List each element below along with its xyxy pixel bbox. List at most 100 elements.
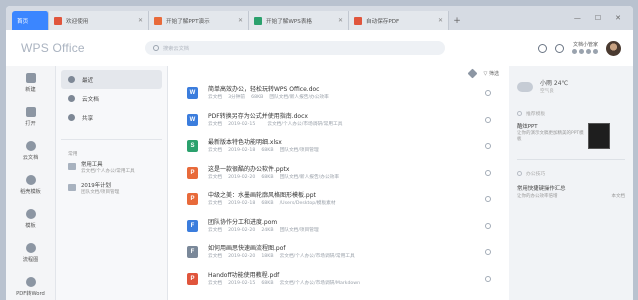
file-type-icon: F — [187, 246, 198, 259]
file-type-icon: P — [187, 166, 198, 179]
nav-folder[interactable]: 2019年计划 团队文档/项目管理 — [61, 183, 162, 196]
tip-title[interactable]: 常用快捷键操作汇总 — [517, 185, 625, 193]
section-icon — [517, 111, 522, 116]
rail-item-docer[interactable]: 稻壳模板 — [6, 168, 55, 202]
template-thumbnail — [588, 123, 610, 149]
rail-label: 云文档 — [22, 155, 39, 161]
share-icon[interactable] — [485, 143, 491, 150]
close-icon[interactable]: ✕ — [238, 17, 243, 24]
file-name: 最新版本特色功能明细.xlsx — [208, 139, 282, 147]
file-location: 团队文档/新人报告/办公效率 — [269, 95, 329, 101]
card-title: 酷炫PPT — [517, 124, 538, 130]
share-icon[interactable] — [485, 116, 491, 123]
template-icon — [25, 175, 36, 185]
rail-item-pdf[interactable]: PDF转Word — [6, 270, 55, 300]
template-card[interactable]: 酷炫PPT 让你的演示文稿更加精美的PPT模板 — [517, 123, 625, 149]
close-icon[interactable]: ✕ — [438, 17, 443, 24]
tab-label: 首页 — [17, 18, 29, 25]
rail-label: 流程图 — [22, 257, 39, 263]
file-name: 如何用画思快速画流程图.pof — [208, 245, 286, 253]
file-size: 24KB — [261, 227, 274, 233]
cloud-icon — [68, 95, 75, 102]
nav-panel: 最近 云文档 共享 常用 常用工具 云文档/个人办公/常用工具 2019年计划 团队… — [56, 66, 168, 300]
nav-item-recent[interactable]: 最近 — [61, 70, 162, 89]
search-input[interactable]: 搜索云文档 — [145, 41, 445, 55]
rail-item-flowchart[interactable]: 流程图 — [6, 236, 55, 270]
tab-document[interactable]: 自动保存PDF ✕ — [349, 11, 449, 30]
clock-icon — [68, 76, 75, 83]
tab-document[interactable]: 开始了解WPS表格 ✕ — [249, 11, 349, 30]
close-icon[interactable]: ✕ — [138, 17, 143, 24]
share-icon[interactable] — [485, 169, 491, 176]
file-row[interactable]: P Handoff功能使用教程.pdf 云文档 2019-02-15 68KB 云文档/个… — [168, 266, 509, 293]
file-row[interactable]: F 团队协作分工和进度.pom 云文档 2019-02-20 24KB 团队文档/项目管理 — [168, 213, 509, 240]
cloud-icon — [25, 141, 36, 151]
tab-home[interactable]: 首页 — [12, 11, 49, 30]
pdf-file-icon — [354, 16, 362, 25]
tip-sub-row: 让你的办公效率倍增 本文档 — [517, 193, 625, 199]
nav-folder[interactable]: 常用工具 云文档/个人办公/常用工具 — [61, 162, 162, 175]
doc-file-icon — [54, 16, 62, 25]
folder-icon — [68, 184, 76, 191]
file-prefix: 云文档 — [208, 254, 223, 260]
nav-item-shared[interactable]: 共享 — [61, 108, 162, 127]
file-size: 68KB — [261, 280, 274, 286]
filter-label: 筛选 — [488, 70, 499, 77]
rail-item-template[interactable]: 模板 — [6, 202, 55, 236]
rail-item-open[interactable]: 打开 — [6, 100, 55, 134]
user-name: 文档小管家 — [572, 42, 598, 48]
user-info[interactable]: 文档小管家 — [572, 42, 598, 54]
file-prefix: 云文档 — [208, 280, 223, 286]
file-row[interactable]: P 中级之美：水墨画轮廓风格图形模板.ppt 云文档 2019-02-18 68KB/U… — [168, 186, 509, 213]
file-meta: 云文档 2019-02-20 24KB 团队文档/项目管理 — [208, 227, 485, 234]
file-row[interactable]: P 这是一款很酷的办公软件.pptx 云文档 2019-02-20 68KB 团队文档/新… — [168, 160, 509, 187]
section-icon — [517, 171, 522, 176]
file-list: ▽ 筛选 W 简单高效办公，轻松玩转WPS Office.doc 云文档 3分钟前 68… — [168, 66, 509, 300]
pin-icon[interactable] — [467, 68, 477, 78]
file-prefix: 云文档 — [208, 95, 223, 101]
file-location: 团队文档/项目管理 — [279, 227, 319, 233]
gear-icon[interactable] — [555, 43, 564, 53]
avatar[interactable] — [606, 40, 621, 56]
file-info: 团队协作分工和进度.pom 云文档 2019-02-20 24KB 团队文档/项目管理 — [208, 218, 485, 234]
file-meta: 云文档 2019-02-18 68KB 团队文档/项目管理 — [208, 147, 485, 154]
file-meta: 云文档 2019-02-20 18KB 云文档/个人办公/市场调研/常用工具 — [208, 253, 485, 260]
tip-sub: 让你的办公效率倍增 — [517, 194, 558, 199]
rail-item-new[interactable]: 新建 — [6, 66, 55, 100]
filter-button[interactable]: ▽ 筛选 — [484, 70, 499, 77]
file-location: 云文档/个人办公/市场调研/常用工具 — [267, 121, 343, 127]
file-meta: 云文档 2019-02-15 68KB 云文档/个人办公/市场调研/Markdown — [208, 280, 485, 287]
file-info: 最新版本特色功能明细.xlsx 云文档 2019-02-18 68KB 团队文档/项目管… — [208, 138, 485, 154]
flow-icon — [25, 243, 36, 253]
share-icon[interactable] — [485, 196, 491, 203]
file-info: 如何用画思快速画流程图.pof 云文档 2019-02-20 18KB 云文档/个人办公… — [208, 244, 485, 260]
close-window-icon[interactable]: ✕ — [615, 14, 621, 22]
file-row[interactable]: F 如何用画思快速画流程图.pof 云文档 2019-02-20 18KB 云文档/个人办… — [168, 239, 509, 266]
minimize-icon[interactable]: — — [574, 14, 581, 22]
file-row[interactable]: W 简单高效办公，轻松玩转WPS Office.doc 云文档 3分钟前 68KB 团队文… — [168, 80, 509, 107]
file-info: Handoff功能使用教程.pdf 云文档 2019-02-15 68KB 云文档/个人… — [208, 271, 485, 287]
maximize-icon[interactable]: ☐ — [595, 14, 601, 22]
new-tab-button[interactable]: + — [449, 11, 465, 30]
nav-item-cloud[interactable]: 云文档 — [61, 89, 162, 108]
close-icon[interactable]: ✕ — [338, 17, 343, 24]
file-size: 18KB — [261, 254, 274, 260]
tab-document[interactable]: 开始了解PPT演示 ✕ — [149, 11, 249, 30]
file-type-icon: W — [187, 113, 198, 126]
file-row[interactable]: S 最新版本特色功能明细.xlsx 云文档 2019-02-18 68KB 团队文档/项目… — [168, 133, 509, 160]
share-icon[interactable] — [485, 275, 491, 282]
file-row[interactable]: W PDF转换另存为公式并使用指南.docx 云文档 2019-02-15 云文档/个人… — [168, 107, 509, 134]
share-icon[interactable] — [485, 90, 491, 97]
share-icon[interactable] — [485, 222, 491, 229]
section-title: 办公技巧 — [517, 170, 625, 177]
share-icon[interactable] — [485, 249, 491, 256]
card-sub: 让你的演示文稿更加精美的PPT模板 — [517, 131, 584, 142]
app-header: WPS Office 搜索云文档 文档小管家 — [6, 30, 633, 66]
sync-icon[interactable] — [538, 43, 547, 53]
tab-document[interactable]: 欢迎使用 ✕ — [49, 11, 149, 30]
rail-label: 稻壳模板 — [20, 189, 41, 195]
rail-item-cloud[interactable]: 云文档 — [6, 134, 55, 168]
file-time: 2019-02-18 — [228, 201, 256, 207]
rain-cloud-icon — [517, 82, 533, 92]
file-info: 简单高效办公，轻松玩转WPS Office.doc 云文档 3分钟前 68KB 团队文档… — [208, 85, 485, 101]
